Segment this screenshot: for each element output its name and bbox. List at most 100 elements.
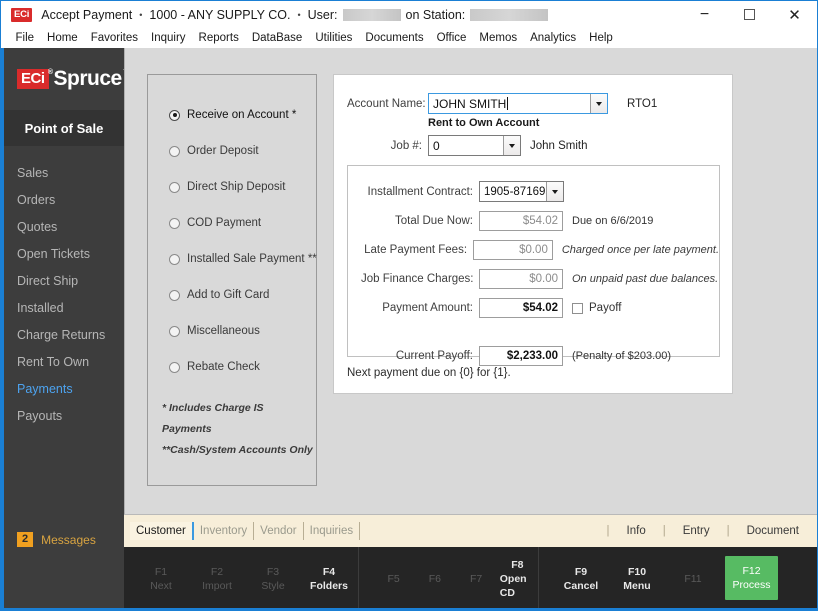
function-key-spacer xyxy=(786,547,817,610)
fkey-f7[interactable]: F7 xyxy=(459,555,494,602)
payment-amount-input[interactable]: $54.02 xyxy=(479,298,563,318)
radio-miscellaneous[interactable]: Miscellaneous xyxy=(169,322,316,340)
fkey-f12-process[interactable]: F12 Process xyxy=(725,556,778,600)
eci-app-icon: ECi xyxy=(11,7,33,22)
menu-item-office[interactable]: Office xyxy=(430,32,473,44)
menu-item-documents[interactable]: Documents xyxy=(359,32,430,44)
radio-icon xyxy=(169,145,180,157)
installment-contract-select[interactable]: 1905-871695 xyxy=(479,181,564,202)
tab-vendor[interactable]: Vendor xyxy=(254,522,304,540)
fkey-f8-key: F8 xyxy=(511,558,524,571)
sidebar-item-quotes[interactable]: Quotes xyxy=(4,213,124,240)
minimize-button[interactable]: − xyxy=(682,1,727,28)
function-key-group-1: F1 Next F2 Import F3 Style F4 Folders xyxy=(124,547,359,610)
sidebar-item-orders[interactable]: Orders xyxy=(4,186,124,213)
account-name-label: Account Name: xyxy=(347,97,426,110)
function-key-group-2: F5 F6 F7 F8 Open CD xyxy=(359,547,539,610)
radio-order-deposit[interactable]: Order Deposit xyxy=(169,142,316,160)
current-payoff-label: Current Payoff: xyxy=(395,350,473,362)
job-name-label: John Smith xyxy=(530,139,588,152)
fkey-f4-folders[interactable]: F4 Folders xyxy=(304,555,354,602)
tab-inventory[interactable]: Inventory xyxy=(194,522,255,540)
menu-item-help[interactable]: Help xyxy=(583,32,620,44)
installment-details-box: Installment Contract: 1905-871695 Total … xyxy=(347,165,720,366)
fkey-f3-style[interactable]: F3 Style xyxy=(248,555,298,602)
fkey-f6[interactable]: F6 xyxy=(417,555,452,602)
user-name-redacted xyxy=(342,8,401,21)
fkey-f11-key: F11 xyxy=(684,572,702,585)
tab-inquiries[interactable]: Inquiries xyxy=(304,522,361,540)
radio-installed-sale-payment[interactable]: Installed Sale Payment ** xyxy=(169,250,317,268)
tab-info[interactable]: Info xyxy=(623,525,650,537)
menu-item-utilities[interactable]: Utilities xyxy=(309,32,359,44)
menu-item-database[interactable]: DataBase xyxy=(245,32,309,44)
radio-icon xyxy=(169,109,180,121)
menu-item-inquiry[interactable]: Inquiry xyxy=(145,32,193,44)
menu-item-file[interactable]: File xyxy=(9,32,41,44)
menu-item-reports[interactable]: Reports xyxy=(192,32,245,44)
tab-strip-left-group: Customer Inventory Vendor Inquiries xyxy=(124,522,361,540)
fkey-f1-next[interactable]: F1 Next xyxy=(136,555,186,602)
window-company-text: 1000 - ANY SUPPLY CO. xyxy=(149,7,291,22)
radio-receive-on-account[interactable]: Receive on Account * xyxy=(169,106,316,124)
function-key-group-3: F9 Cancel F10 Menu F11 F12 Process xyxy=(539,547,817,610)
maximize-button[interactable] xyxy=(727,1,772,28)
tab-customer[interactable]: Customer xyxy=(130,522,194,540)
footnote-single-asterisk: * Includes Charge IS Payments xyxy=(162,402,264,435)
sidebar-item-installed[interactable]: Installed xyxy=(4,294,124,321)
sidebar: ECi® Spruce™ Point of Sale Sales Orders … xyxy=(1,48,124,610)
total-due-row: Total Due Now: $54.02 Due on 6/6/2019 xyxy=(361,211,719,231)
current-payoff-row: Current Payoff: $2,233.00 (Penalty of $2… xyxy=(361,346,719,366)
title-separator-1: • xyxy=(139,9,143,20)
radio-rebate-check[interactable]: Rebate Check xyxy=(169,358,316,376)
job-number-input[interactable]: 0 xyxy=(428,135,521,156)
footnote-double-asterisk: **Cash/System Accounts Only xyxy=(162,444,313,456)
radio-icon xyxy=(169,217,180,229)
fkey-f10-menu[interactable]: F10 Menu xyxy=(612,555,662,602)
fkey-f8-open-cd[interactable]: F8 Open CD xyxy=(500,555,535,602)
payoff-checkbox-label: Payoff xyxy=(589,302,622,314)
chevron-down-icon[interactable] xyxy=(503,136,520,155)
sidebar-item-payments[interactable]: Payments xyxy=(4,375,124,402)
messages-label: Messages xyxy=(41,532,96,547)
tab-document[interactable]: Document xyxy=(743,525,803,537)
job-number-row: Job #: 0 John Smith xyxy=(347,135,588,156)
sidebar-nav-list: Sales Orders Quotes Open Tickets Direct … xyxy=(4,146,124,429)
menu-item-favorites[interactable]: Favorites xyxy=(84,32,144,44)
job-finance-charges-label: Job Finance Charges: xyxy=(361,273,474,285)
window-controls: − ✕ xyxy=(682,1,817,28)
eci-logo-icon: ECi ® xyxy=(17,69,53,89)
menu-item-analytics[interactable]: Analytics xyxy=(524,32,583,44)
fkey-f3-name: Style xyxy=(261,579,285,592)
fkey-f2-name: Import xyxy=(202,579,232,592)
fkey-f2-import[interactable]: F2 Import xyxy=(192,555,242,602)
fkey-f9-name: Cancel xyxy=(563,579,599,592)
account-name-input[interactable]: JOHN SMITH xyxy=(428,93,608,114)
radio-cod-payment[interactable]: COD Payment xyxy=(169,214,316,232)
menu-item-home[interactable]: Home xyxy=(41,32,85,44)
sidebar-item-open-tickets[interactable]: Open Tickets xyxy=(4,240,124,267)
checkbox-icon xyxy=(572,302,583,314)
menu-item-memos[interactable]: Memos xyxy=(473,32,524,44)
chevron-down-icon[interactable] xyxy=(590,94,607,113)
sidebar-item-rent-to-own[interactable]: Rent To Own xyxy=(4,348,124,375)
function-key-bar: F1 Next F2 Import F3 Style F4 Folders F5 xyxy=(124,547,817,610)
radio-icon xyxy=(169,181,180,193)
fkey-f5[interactable]: F5 xyxy=(376,555,411,602)
sidebar-item-sales[interactable]: Sales xyxy=(4,159,124,186)
fkey-f9-cancel[interactable]: F9 Cancel xyxy=(556,555,606,602)
tab-divider-3: | xyxy=(726,525,730,537)
messages-indicator[interactable]: 2 Messages xyxy=(4,532,124,547)
sidebar-item-charge-returns[interactable]: Charge Returns xyxy=(4,321,124,348)
close-button[interactable]: ✕ xyxy=(772,1,817,28)
tab-entry[interactable]: Entry xyxy=(679,525,714,537)
sidebar-item-direct-ship[interactable]: Direct Ship xyxy=(4,267,124,294)
next-payment-text: Next payment due on {0} for {1}. xyxy=(347,367,511,379)
fkey-f11[interactable]: F11 xyxy=(668,555,718,602)
radio-add-to-gift-card[interactable]: Add to Gift Card xyxy=(169,286,316,304)
chevron-down-icon[interactable] xyxy=(546,182,563,201)
radio-direct-ship-deposit[interactable]: Direct Ship Deposit xyxy=(169,178,316,196)
account-name-value: JOHN SMITH xyxy=(433,96,509,111)
sidebar-item-payouts[interactable]: Payouts xyxy=(4,402,124,429)
payoff-checkbox[interactable]: Payoff xyxy=(572,302,621,314)
